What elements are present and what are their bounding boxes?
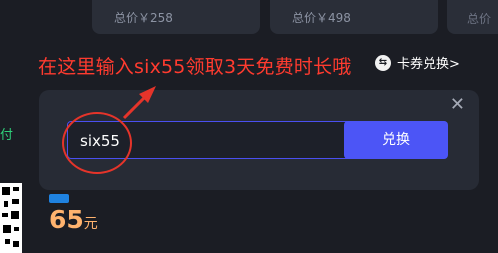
qr-code — [0, 183, 22, 253]
plan-description-placeholder — [50, 246, 380, 253]
plan-price: 65元 — [49, 205, 98, 234]
plan-price-amount: 65 — [49, 205, 84, 234]
plan-tag-badge — [49, 194, 69, 203]
plan-price-unit: 元 — [83, 216, 98, 232]
